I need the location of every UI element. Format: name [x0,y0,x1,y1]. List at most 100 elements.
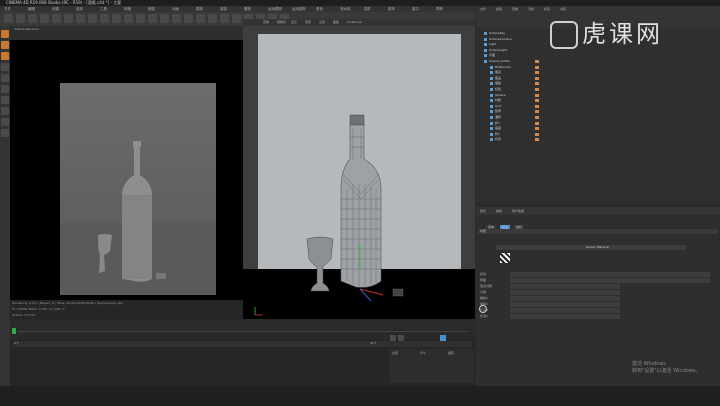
material-tag-icon[interactable] [535,127,539,131]
object-row[interactable]: 装饰 [484,109,584,114]
cube-icon[interactable] [160,14,169,23]
render-viewport-header: Octane Renderer [10,26,243,40]
material-tag-icon[interactable] [535,110,539,114]
attribute-field[interactable] [510,314,620,319]
material-tag-icon[interactable] [535,76,539,80]
move-icon[interactable] [40,14,49,23]
subdivision-icon[interactable] [184,14,193,23]
object-menu-item[interactable]: 文件 [480,7,486,11]
workplane-icon[interactable] [1,118,9,126]
play-button[interactable] [398,335,404,341]
object-menu-item[interactable]: 编辑 [496,7,502,11]
wireframe-bottle-scene[interactable] [243,19,475,326]
attribute-row-label: 混合材质 [480,284,493,288]
attribute-tab[interactable]: 基本 [486,225,497,229]
attribute-field[interactable] [510,296,620,301]
material-tag-icon[interactable] [535,88,539,91]
points-mode-icon[interactable] [1,41,9,49]
scale-icon[interactable] [52,14,61,23]
render-view-icon[interactable] [136,14,145,23]
object-menu-item[interactable]: 对象 [528,7,534,11]
axis-z-icon[interactable] [100,14,109,23]
rotate-icon[interactable] [64,14,73,23]
object-icon [490,65,493,69]
object-row[interactable]: 标签 [484,87,584,92]
material-tag-icon[interactable] [535,121,539,125]
render-settings-icon[interactable] [148,14,157,23]
uv-mode-icon[interactable] [1,74,9,82]
material-tag-icon[interactable] [535,116,539,119]
edges-mode-icon[interactable] [1,52,9,60]
object-name: OctaneLight [489,47,508,52]
undo-icon[interactable] [4,14,13,23]
object-row[interactable]: Sphere [484,93,584,98]
material-tag-icon[interactable] [535,138,539,142]
brand-logo: 虎课网 [550,18,710,50]
object-row[interactable]: 瓶身 [484,70,584,75]
attribute-field[interactable] [510,272,710,277]
array-icon[interactable] [196,14,205,23]
attribute-tabs: 模式 编辑 用户数据 [476,207,720,215]
object-menu-item[interactable]: 查看 [512,7,518,11]
object-menu-item[interactable]: 标签 [544,7,550,11]
material-tag-icon[interactable] [535,65,539,69]
attribute-field[interactable] [510,302,620,307]
texture-mode-icon[interactable] [1,85,9,93]
material-tag-icon[interactable] [535,82,539,86]
object-menu-item[interactable]: 书签 [560,7,566,11]
snap-icon[interactable] [1,96,9,104]
object-row[interactable]: 杯1 [484,121,584,126]
bottle-render-image [60,141,216,295]
attribute-row-label: 长度V [480,314,489,318]
object-row[interactable]: 平面 [478,53,578,58]
object-row[interactable]: 材质 [484,98,584,103]
attribute-field[interactable] [510,290,620,295]
material-tag-icon[interactable] [535,71,539,75]
material-tag-icon[interactable] [535,93,539,97]
object-row[interactable]: 杯身 [484,137,584,142]
attribute-field[interactable] [510,278,710,283]
attribute-field[interactable] [510,308,620,313]
keyframe-button[interactable] [440,335,446,341]
lock-icon[interactable] [1,107,9,115]
attribute-menu-item[interactable]: 编辑 [496,209,502,213]
floor-icon[interactable] [220,14,229,23]
material-tag-icon[interactable] [535,99,539,103]
attribute-menu-item[interactable]: 用户数据 [512,209,524,213]
object-icon [490,99,493,103]
object-icon [490,121,493,125]
object-name: 杯1 [495,120,500,125]
material-tag-icon[interactable] [535,60,539,63]
object-icon [490,116,493,119]
attribute-menu-item[interactable]: 模式 [480,209,486,213]
object-row[interactable]: Bottleneck [484,65,584,70]
object-icon [484,54,487,58]
redo-icon[interactable] [16,14,25,23]
axis-y-icon[interactable] [88,14,97,23]
model-mode-icon[interactable] [1,30,9,38]
timeline-playhead[interactable] [12,328,16,334]
pen-icon[interactable] [172,14,181,23]
world-icon[interactable] [112,14,121,23]
logo-text: 虎课网 [582,20,663,48]
render-region-icon[interactable] [124,14,133,23]
object-row[interactable]: 底座 [484,126,584,131]
soft-select-icon[interactable] [1,129,9,137]
object-row[interactable]: 瓶贴 [484,81,584,86]
record-button[interactable] [390,335,396,341]
camera-icon[interactable] [232,14,241,23]
attribute-row-label: 平铺 [480,290,487,294]
material-tag-icon[interactable] [535,132,539,136]
object-name: 底座 [495,126,502,131]
attribute-tab[interactable]: 标签 [500,225,511,229]
material-tag-icon[interactable] [535,104,539,108]
object-row[interactable]: Overall_bottle [478,59,578,64]
axis-x-icon[interactable] [76,14,85,23]
attribute-field[interactable] [510,284,620,289]
object-row[interactable]: 酒杯 [484,115,584,120]
attribute-tab[interactable]: 坐标 [514,225,525,229]
material-field[interactable]: Glossy Material [496,245,686,250]
deformer-icon[interactable] [208,14,217,23]
select-icon[interactable] [28,14,37,23]
polygons-mode-icon[interactable] [1,63,9,71]
